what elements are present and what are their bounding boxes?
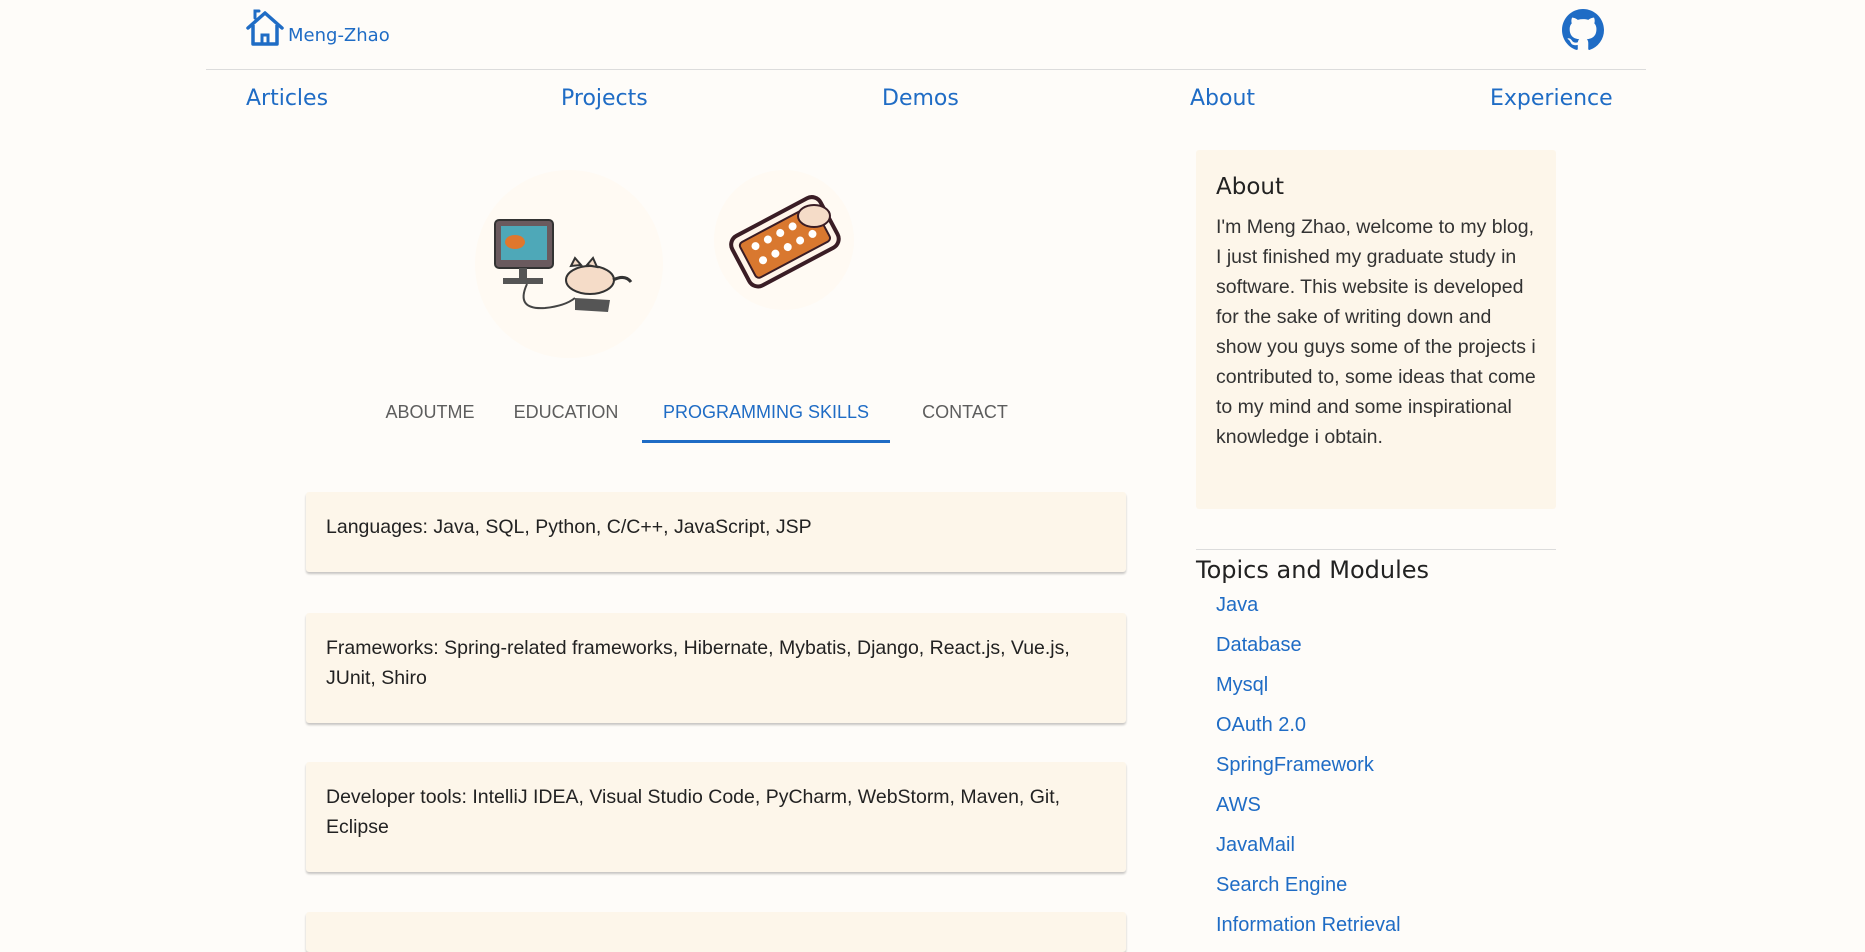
topic-link[interactable]: OAuth 2.0 (1216, 712, 1401, 752)
main-nav: Articles Projects Demos About Experience (206, 78, 1646, 124)
topic-link[interactable]: Search Engine (1216, 872, 1401, 912)
skill-text: Languages: Java, SQL, Python, C/C++, Jav… (326, 516, 812, 538)
nav-about[interactable]: About (1190, 86, 1255, 111)
tab-aboutme[interactable]: ABOUTME (370, 392, 490, 440)
top-bar: Meng-Zhao (206, 0, 1646, 70)
nav-experience[interactable]: Experience (1490, 86, 1613, 111)
topic-link[interactable]: Java (1216, 592, 1401, 632)
skill-card-languages: Languages: Java, SQL, Python, C/C++, Jav… (306, 492, 1126, 572)
about-title: About (1216, 174, 1285, 200)
nav-articles[interactable]: Articles (246, 86, 328, 111)
nav-demos[interactable]: Demos (882, 86, 959, 111)
cat-computer-illustration (475, 170, 663, 358)
skill-text: Frameworks: Spring-related frameworks, H… (326, 637, 1070, 689)
home-link[interactable]: Meng-Zhao (244, 8, 390, 53)
about-text: I'm Meng Zhao, welcome to my blog, I jus… (1216, 216, 1536, 448)
topics-list: Java Database Mysql OAuth 2.0 SpringFram… (1216, 592, 1401, 952)
brand-name: Meng-Zhao (288, 25, 390, 46)
topic-link[interactable]: Mysql (1216, 672, 1401, 712)
nav-projects[interactable]: Projects (561, 86, 648, 111)
topic-link[interactable]: Database (1216, 632, 1401, 672)
tab-programming-skills[interactable]: PROGRAMMING SKILLS (642, 392, 890, 443)
skill-card-partial (306, 912, 1126, 952)
home-icon (244, 8, 286, 53)
topic-link[interactable]: AWS (1216, 792, 1401, 832)
topics-title: Topics and Modules (1196, 556, 1430, 584)
topic-link[interactable]: JavaMail (1216, 832, 1401, 872)
about-panel: About I'm Meng Zhao, welcome to my blog,… (1196, 150, 1556, 509)
github-icon[interactable] (1562, 9, 1604, 51)
skill-card-frameworks: Frameworks: Spring-related frameworks, H… (306, 613, 1126, 723)
skill-text: Developer tools: IntelliJ IDEA, Visual S… (326, 786, 1061, 838)
tab-contact[interactable]: CONTACT (900, 392, 1030, 440)
topic-link[interactable]: Information Retrieval (1216, 912, 1401, 952)
topic-link[interactable]: SpringFramework (1216, 752, 1401, 792)
tab-education[interactable]: EDUCATION (502, 392, 630, 440)
sidebar-divider (1196, 549, 1556, 550)
skill-card-developer-tools: Developer tools: IntelliJ IDEA, Visual S… (306, 762, 1126, 872)
cat-tablet-illustration (714, 170, 854, 310)
